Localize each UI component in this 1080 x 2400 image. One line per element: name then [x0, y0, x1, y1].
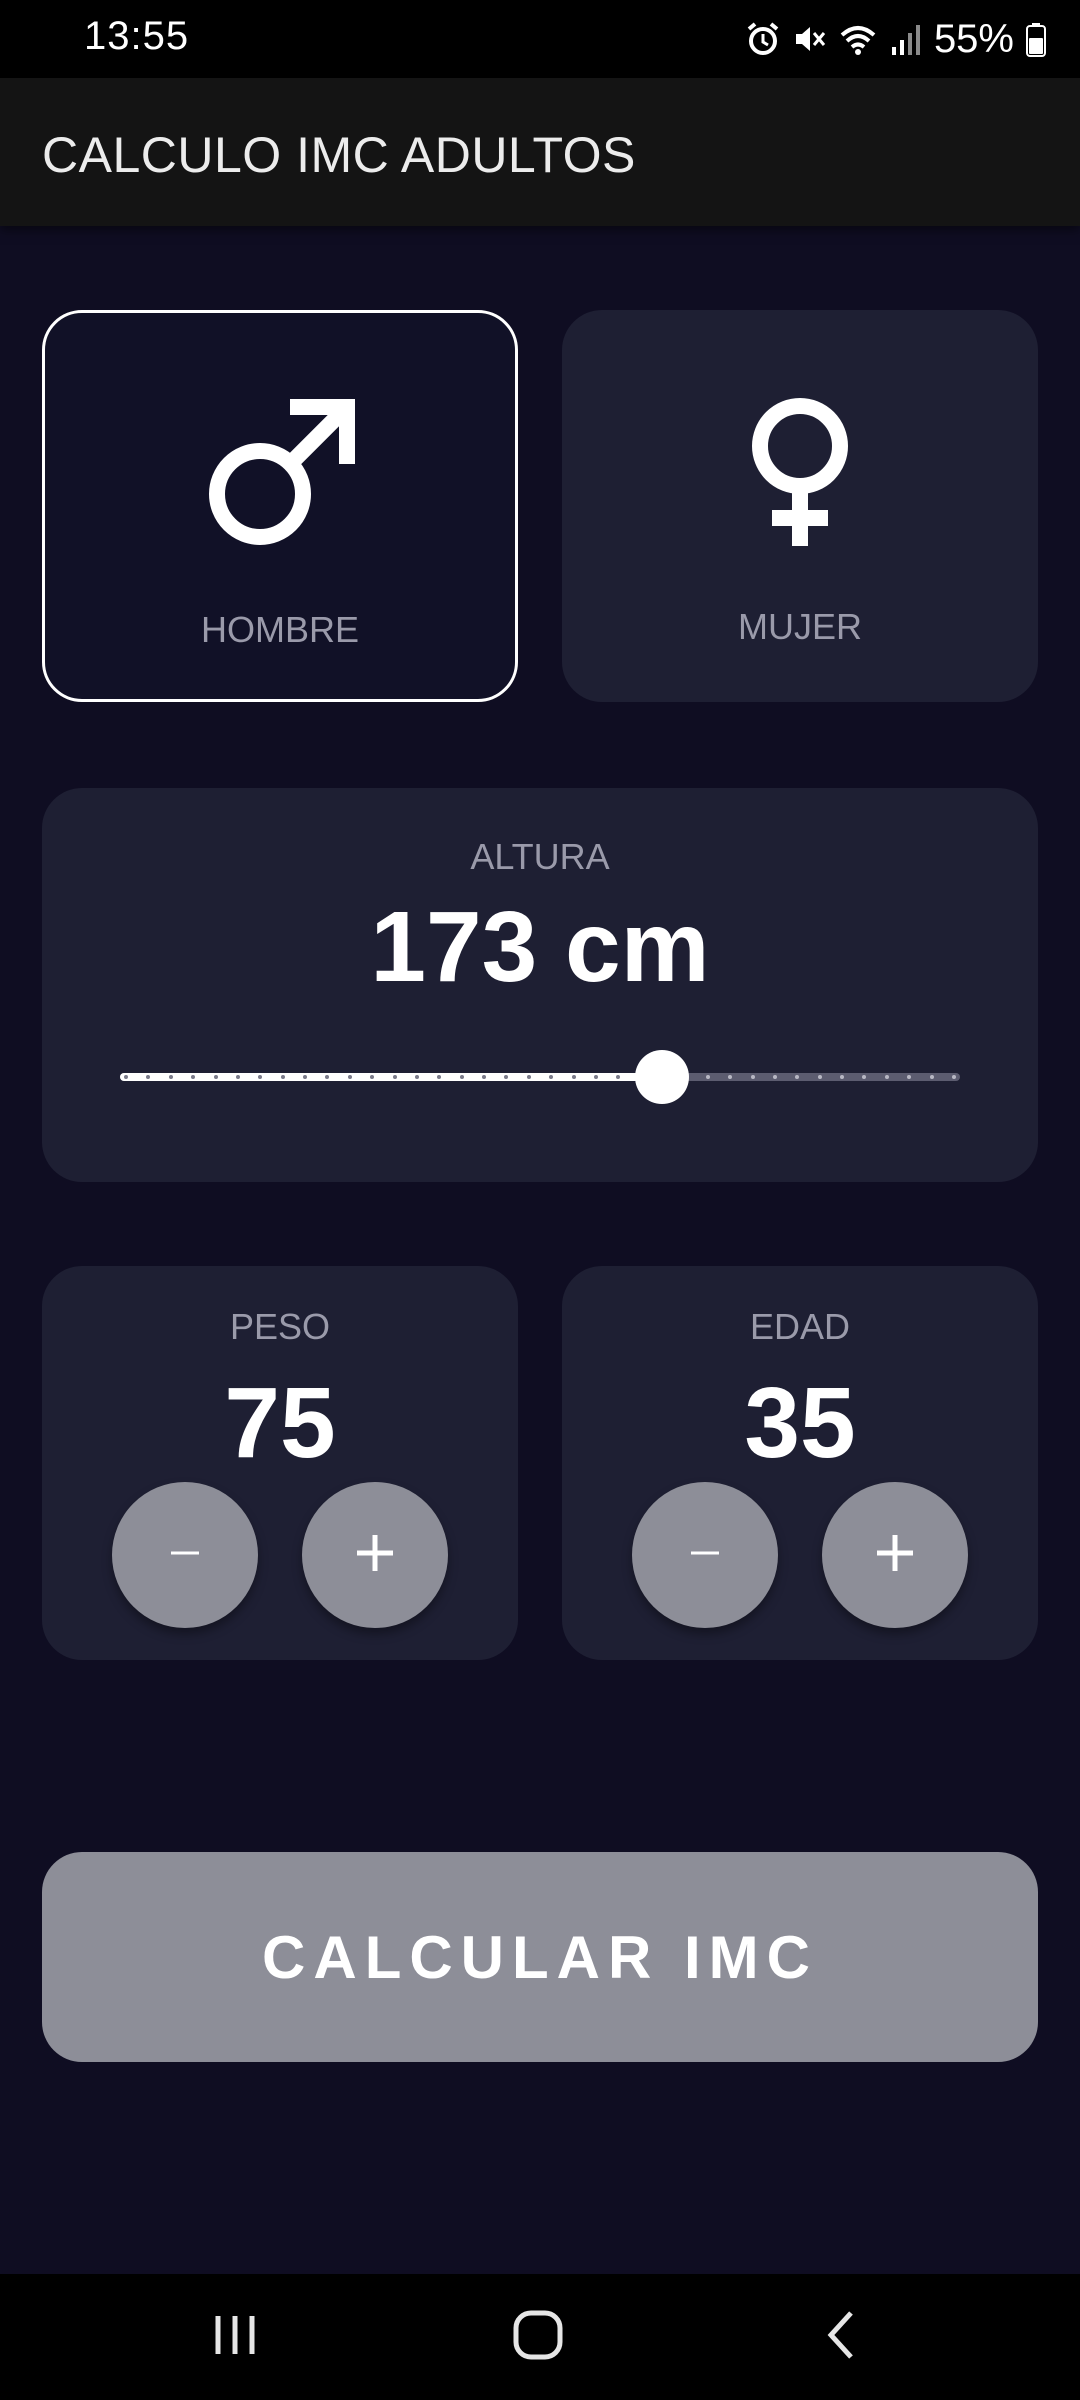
- recents-icon: [212, 2312, 258, 2363]
- slider-tick: [549, 1075, 554, 1079]
- slider-tick: [258, 1075, 263, 1079]
- slider-tick: [437, 1075, 442, 1079]
- status-icons: 55%: [746, 14, 1046, 64]
- slider-tick: [213, 1075, 218, 1079]
- slider-tick: [840, 1075, 845, 1079]
- page-title: CALCULO IMC ADULTOS: [42, 127, 636, 183]
- female-symbol-icon: [725, 396, 875, 551]
- status-time: 13:55: [84, 14, 190, 58]
- system-nav-bar: [0, 2274, 1080, 2400]
- slider-tick: [124, 1075, 128, 1079]
- slider-tick: [705, 1075, 710, 1079]
- slider-tick: [795, 1075, 800, 1079]
- slider-tick: [817, 1075, 822, 1079]
- slider-tick: [772, 1075, 777, 1079]
- weight-label: PESO: [229, 1306, 331, 1347]
- slider-tick: [191, 1075, 196, 1079]
- weight-decrement-button[interactable]: [112, 1482, 258, 1628]
- height-value: 173 cm: [370, 891, 710, 1003]
- slider-thumb[interactable]: [634, 1050, 689, 1104]
- signal-icon: [890, 21, 922, 57]
- slider-tick: [952, 1075, 956, 1079]
- slider-tick: [392, 1075, 397, 1079]
- male-symbol-icon: [205, 399, 355, 554]
- slider-tick: [862, 1075, 867, 1079]
- slider-tick: [303, 1075, 308, 1079]
- slider-tick: [571, 1075, 576, 1079]
- slider-tick: [593, 1075, 598, 1079]
- slider-tick: [482, 1075, 487, 1079]
- slider-tick: [929, 1075, 934, 1079]
- app-bar: CALCULO IMC ADULTOS: [0, 78, 1080, 226]
- slider-tick-marks: [124, 1075, 956, 1079]
- plus-icon: [353, 1531, 397, 1580]
- height-slider[interactable]: [120, 1050, 960, 1104]
- alarm-icon: [746, 21, 780, 57]
- gender-label-male: HOMBRE: [200, 609, 359, 650]
- home-button[interactable]: [493, 2304, 583, 2370]
- gender-card-female[interactable]: MUJER: [562, 310, 1038, 702]
- battery-icon: [1026, 21, 1046, 57]
- wifi-icon: [838, 21, 878, 57]
- slider-tick: [235, 1075, 240, 1079]
- slider-tick: [616, 1075, 621, 1079]
- battery-percentage: 55%: [933, 16, 1014, 61]
- weight-value: 75: [224, 1367, 336, 1479]
- weight-card: PESO 75: [42, 1266, 518, 1660]
- back-button[interactable]: [796, 2304, 886, 2370]
- age-decrement-button[interactable]: [632, 1482, 778, 1628]
- slider-tick: [370, 1075, 375, 1079]
- age-increment-button[interactable]: [822, 1482, 968, 1628]
- minus-icon: [165, 1533, 205, 1578]
- weight-increment-button[interactable]: [302, 1482, 448, 1628]
- slider-tick: [884, 1075, 889, 1079]
- age-card: EDAD 35: [562, 1266, 1038, 1660]
- calculate-bmi-label: CALCULAR IMC: [262, 1923, 818, 1991]
- minus-icon: [685, 1533, 725, 1578]
- mute-icon: [792, 21, 826, 57]
- slider-tick: [459, 1075, 464, 1079]
- plus-icon: [873, 1531, 917, 1580]
- age-label: EDAD: [749, 1306, 851, 1347]
- slider-tick: [347, 1075, 352, 1079]
- slider-tick: [168, 1075, 173, 1079]
- status-bar: 13:55 55%: [0, 0, 1080, 78]
- recents-button[interactable]: [190, 2304, 280, 2370]
- slider-tick: [280, 1075, 285, 1079]
- back-icon: [821, 2309, 861, 2366]
- slider-tick: [325, 1075, 330, 1079]
- slider-tick: [728, 1075, 733, 1079]
- slider-tick: [526, 1075, 531, 1079]
- height-label: ALTURA: [470, 836, 610, 877]
- slider-tick: [750, 1075, 755, 1079]
- gender-label-female: MUJER: [738, 606, 862, 647]
- gender-card-male[interactable]: HOMBRE: [42, 310, 518, 702]
- slider-tick: [414, 1075, 419, 1079]
- slider-tick: [907, 1075, 912, 1079]
- slider-tick: [504, 1075, 509, 1079]
- age-value: 35: [744, 1367, 856, 1479]
- calculate-bmi-button[interactable]: CALCULAR IMC: [42, 1852, 1038, 2062]
- home-icon: [512, 2309, 564, 2366]
- slider-tick: [146, 1075, 151, 1079]
